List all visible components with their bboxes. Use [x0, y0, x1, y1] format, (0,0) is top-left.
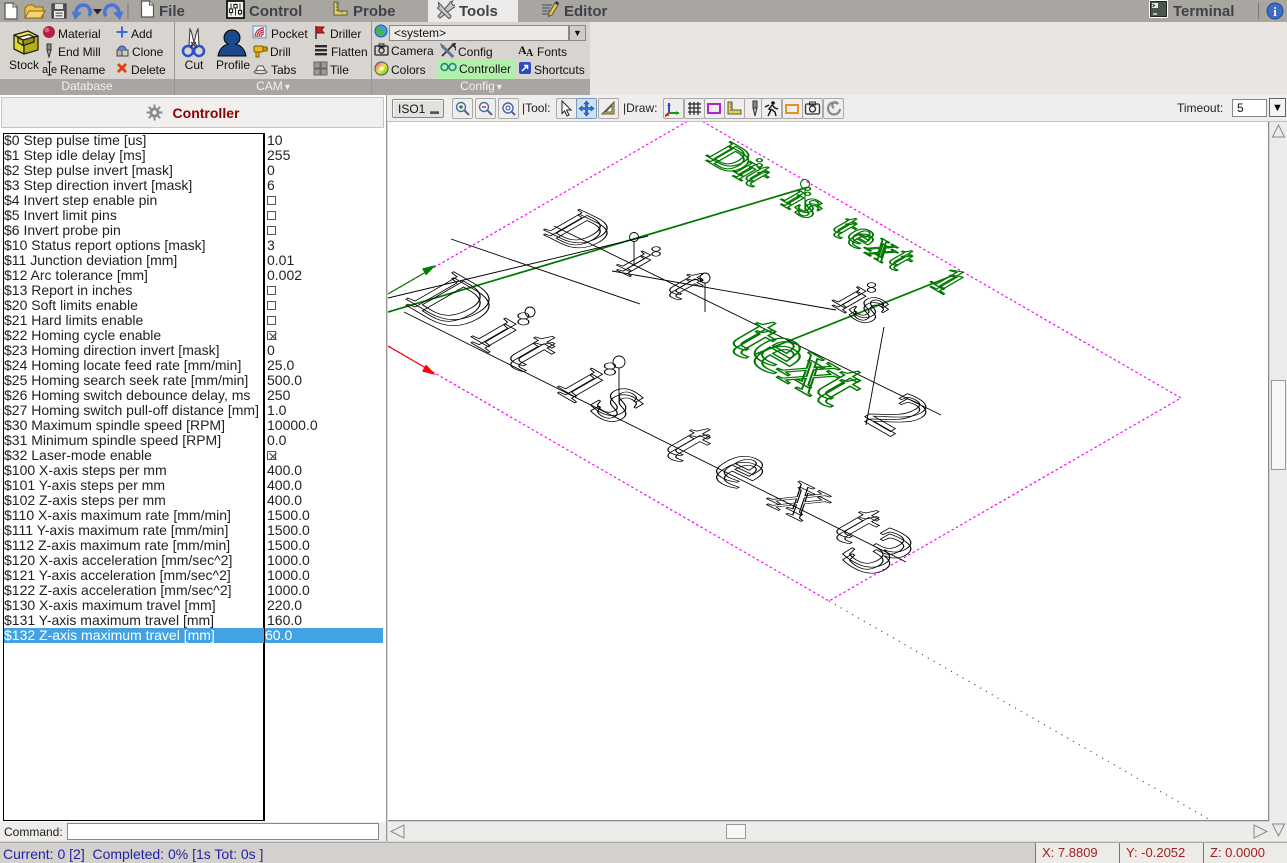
svg-text:Dit: Dit: [696, 141, 784, 192]
svg-text:Dit: Dit: [388, 267, 600, 390]
svg-text:i: i: [1273, 4, 1277, 19]
svg-text:a: a: [42, 64, 49, 76]
svg-text:A: A: [526, 48, 534, 57]
svg-text:text: text: [710, 313, 890, 417]
svg-text:Dit: Dit: [530, 206, 760, 323]
svg-text:e: e: [51, 64, 57, 76]
svg-text:is: is: [540, 355, 690, 442]
